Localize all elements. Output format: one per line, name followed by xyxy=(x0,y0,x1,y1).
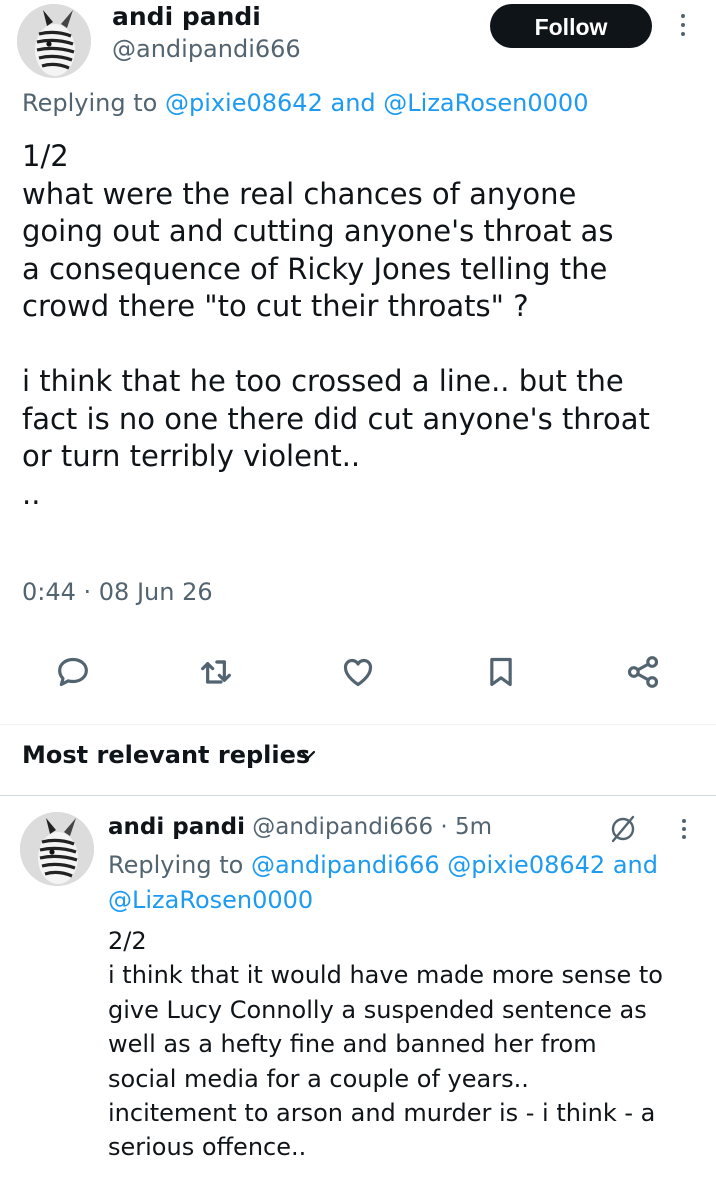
reply-handle-time[interactable]: @andipandi666 · 5m xyxy=(252,814,492,840)
tweet-line: going out and cutting anyone's throat as xyxy=(22,214,614,248)
reply-text: 2/2 i think that it would have made more… xyxy=(108,924,708,1165)
mention-link[interactable]: @LizaRosen0000 xyxy=(108,886,313,914)
tweet-line: 1/2 xyxy=(22,139,69,173)
replying-to-line: Replying to @pixie08642 and @LizaRosen00… xyxy=(22,88,588,118)
tweet-line: what were the real chances of anyone xyxy=(22,176,577,211)
reply-line: well as a hefty fine and banned her from xyxy=(108,1030,597,1059)
like-icon[interactable] xyxy=(338,652,378,692)
divider xyxy=(0,724,716,725)
reply-line: i think that it would have made more sen… xyxy=(108,961,663,990)
author-handle[interactable]: @andipandi666 xyxy=(112,34,301,64)
more-options-icon[interactable] xyxy=(679,819,689,843)
bookmark-icon[interactable] xyxy=(481,652,521,692)
reply-line: social media for a couple of years.. xyxy=(108,1064,529,1093)
tweet-line: fact is no one there did cut anyone's th… xyxy=(22,401,650,436)
replies-sort-label[interactable]: Most relevant replies xyxy=(22,739,310,771)
chevron-down-icon[interactable] xyxy=(296,743,320,767)
replying-and: and xyxy=(330,89,376,117)
grok-icon[interactable] xyxy=(606,812,640,846)
share-icon[interactable] xyxy=(623,652,663,692)
tweet-timestamp[interactable]: 0:44 · 08 Jun 26 xyxy=(22,577,213,607)
reply-line: incitement to arson and murder is - i th… xyxy=(108,1099,656,1128)
follow-button[interactable]: Follow xyxy=(490,4,652,48)
reply-line: 2/2 xyxy=(108,927,147,955)
mention-link[interactable]: @pixie08642 xyxy=(447,851,605,879)
reply-replying-to-line: Replying to @andipandi666 @pixie08642 an… xyxy=(108,848,708,918)
mention-link[interactable]: @pixie08642 xyxy=(165,89,323,117)
mention-link[interactable]: @andipandi666 xyxy=(251,851,440,879)
tweet-line: i think that he too crossed a line.. but… xyxy=(22,364,624,398)
reply-header: andi pandi @andipandi666 · 5m xyxy=(108,812,492,842)
author-display-name[interactable]: andi pandi xyxy=(112,2,261,32)
reply-author-avatar[interactable] xyxy=(20,812,94,886)
tweet-line: .. xyxy=(22,476,41,511)
tweet-line: a consequence of Ricky Jones telling the xyxy=(22,251,608,286)
reply-line: give Lucy Connolly a suspended sentence … xyxy=(108,995,647,1024)
mention-link[interactable]: @LizaRosen0000 xyxy=(383,89,588,117)
reply-icon[interactable] xyxy=(53,652,93,692)
reply-author-name[interactable]: andi pandi xyxy=(108,814,245,840)
zebra-avatar-image xyxy=(20,812,94,886)
retweet-icon[interactable] xyxy=(196,652,236,692)
tweet-text: 1/2 what were the real chances of anyone… xyxy=(22,138,702,513)
tweet-line: or turn terribly violent.. xyxy=(22,439,361,473)
more-options-icon[interactable] xyxy=(676,14,690,40)
replying-prefix: Replying to xyxy=(22,89,158,117)
replying-and: and xyxy=(612,851,658,879)
replying-prefix: Replying to xyxy=(108,851,244,879)
author-avatar[interactable] xyxy=(17,4,91,78)
divider xyxy=(0,795,716,796)
zebra-avatar-image xyxy=(17,4,91,78)
tweet-line: crowd there "to cut their throats" ? xyxy=(22,289,529,323)
reply-line: serious offence.. xyxy=(108,1133,307,1162)
